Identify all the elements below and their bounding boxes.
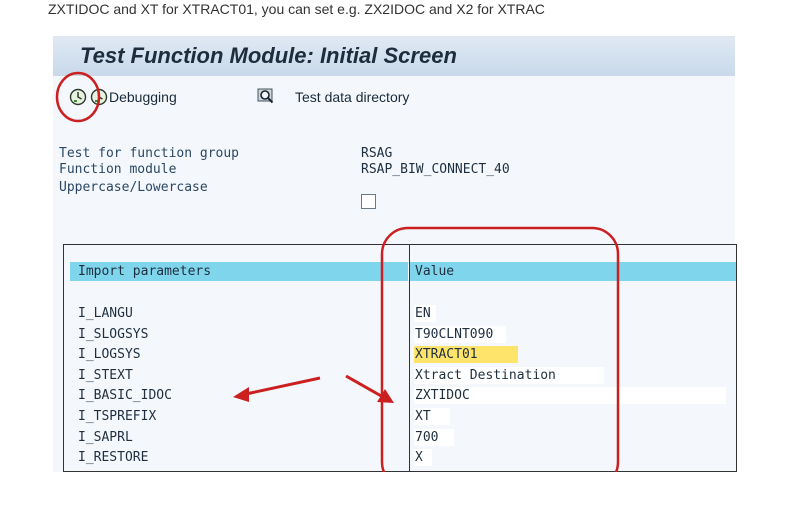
arrow-right <box>345 374 394 403</box>
document-text: ZXTIDOC and XT for XTRACT01, you can set… <box>48 1 545 17</box>
arrow-left <box>233 376 321 402</box>
sap-window: Test Function Module: Initial Screen Deb… <box>53 36 737 472</box>
execute-highlight-circle <box>55 71 101 123</box>
value-column-highlight <box>380 226 620 472</box>
annotation-layer <box>55 71 620 472</box>
